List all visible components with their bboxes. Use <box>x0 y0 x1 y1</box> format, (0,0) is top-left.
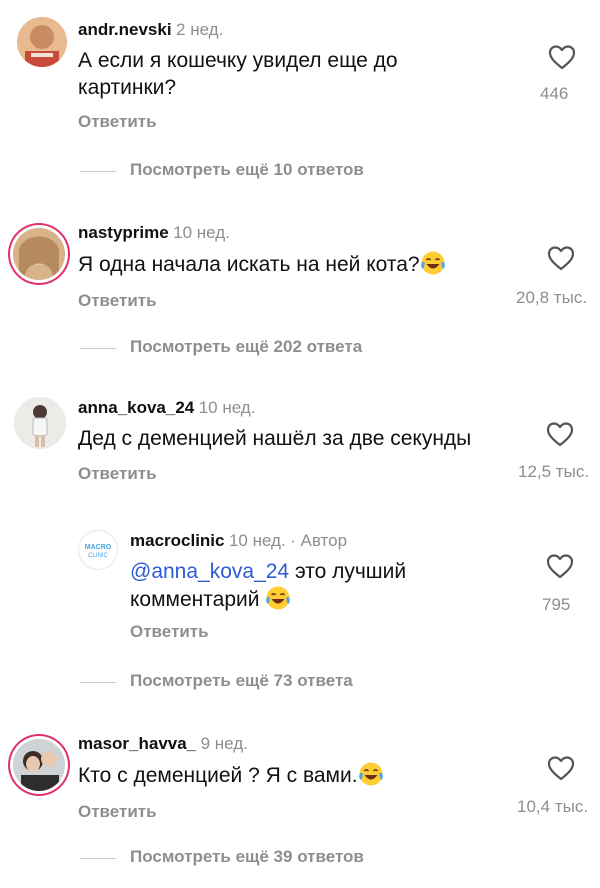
view-more-replies[interactable]: Посмотреть ещё 10 ответов <box>130 160 364 180</box>
comment-text: Кто с деменцией ? Я с вами. <box>78 764 358 787</box>
comment-text: Я одна начала искать на ней кота? <box>78 253 420 276</box>
author-badge: · Автор <box>290 531 348 550</box>
heart-outline-icon[interactable] <box>546 421 574 447</box>
comment-time: 2 нед. <box>176 20 224 39</box>
macroclinic-logo-icon: MACRO CLINIC <box>79 531 117 569</box>
view-more-replies[interactable]: Посмотреть ещё 39 ответов <box>130 847 364 867</box>
comment-text-line: комментарий <box>130 588 260 611</box>
like-count: 446 <box>540 84 569 103</box>
mention-link[interactable]: @anna_kova_24 <box>130 560 289 583</box>
thread-line <box>80 682 116 683</box>
comment-text-line: А если я кошечку увидел еще до <box>78 49 398 72</box>
avatar[interactable] <box>13 739 65 791</box>
thread-line <box>80 171 116 172</box>
avatar[interactable] <box>13 228 65 280</box>
username[interactable]: macroclinic <box>130 531 225 550</box>
comment-text: это лучший <box>289 560 407 583</box>
comment-time: 10 нед. <box>198 398 256 417</box>
avatar[interactable] <box>14 397 66 449</box>
svg-text:CLINIC: CLINIC <box>88 553 108 559</box>
reply-button[interactable]: Ответить <box>78 464 157 484</box>
username[interactable]: andr.nevski <box>78 20 172 39</box>
avatar-image <box>17 17 67 67</box>
laughing-tears-emoji <box>420 251 445 275</box>
username[interactable]: anna_kova_24 <box>78 398 194 417</box>
username[interactable]: nastyprime <box>78 223 169 242</box>
laughing-tears-emoji <box>266 586 291 610</box>
view-more-replies[interactable]: Посмотреть ещё 73 ответа <box>130 671 353 691</box>
avatar-image <box>14 397 66 449</box>
like-count: 795 <box>542 595 571 614</box>
svg-text:MACRO: MACRO <box>85 544 112 551</box>
avatar[interactable] <box>17 17 67 67</box>
view-more-replies[interactable]: Посмотреть ещё 202 ответа <box>130 337 362 357</box>
heart-outline-icon[interactable] <box>547 755 575 781</box>
like-count: 20,8 тыс. <box>516 288 588 307</box>
username[interactable]: masor_havva_ <box>78 734 196 753</box>
avatar-image <box>13 228 65 280</box>
comment-time: 10 нед. <box>173 223 230 242</box>
comment-time: 9 нед. <box>200 734 248 753</box>
reply-button[interactable]: Ответить <box>78 291 157 311</box>
heart-outline-icon[interactable] <box>548 44 576 70</box>
heart-outline-icon[interactable] <box>547 245 575 271</box>
reply-button[interactable]: Ответить <box>78 802 157 822</box>
laughing-tears-emoji <box>358 762 383 786</box>
reply-button[interactable]: Ответить <box>130 622 209 642</box>
like-count: 12,5 тыс. <box>518 462 590 481</box>
thread-line <box>80 348 116 349</box>
heart-outline-icon[interactable] <box>546 553 574 579</box>
comment-time: 10 нед. <box>228 531 286 550</box>
comment-text: Дед с деменцией нашёл за две секунды <box>78 427 472 450</box>
like-count: 10,4 тыс. <box>517 797 589 816</box>
comment-text-line: картинки? <box>78 76 177 99</box>
reply-button[interactable]: Ответить <box>78 112 157 132</box>
avatar-image <box>13 739 65 791</box>
thread-line <box>80 858 116 859</box>
avatar[interactable]: MACRO CLINIC <box>79 531 117 569</box>
